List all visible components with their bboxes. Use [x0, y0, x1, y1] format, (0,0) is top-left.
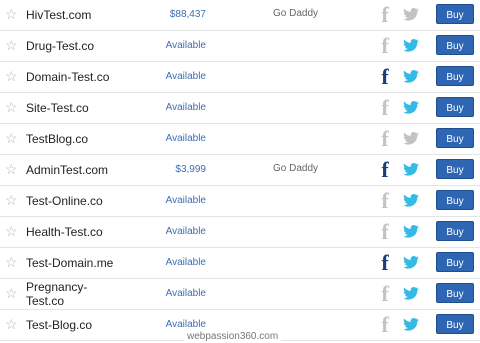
availability-link[interactable]: Available: [166, 102, 206, 114]
availability-link[interactable]: Available: [166, 319, 206, 331]
domain-name[interactable]: TestBlog.co: [26, 132, 136, 146]
domain-name[interactable]: Test-Blog.co: [26, 318, 136, 332]
domain-name-line: Pregnancy-: [26, 280, 88, 294]
star-icon[interactable]: ☆: [5, 100, 18, 114]
domain-name[interactable]: Drug-Test.co: [26, 39, 136, 53]
twitter-icon[interactable]: [402, 285, 420, 303]
twitter-icon[interactable]: [402, 254, 420, 272]
twitter-icon[interactable]: [402, 223, 420, 241]
twitter-icon[interactable]: [402, 316, 420, 334]
facebook-icon[interactable]: f: [379, 35, 391, 57]
domain-row: ☆ Drug-Test.co Available f Buy: [0, 31, 480, 62]
domain-row: ☆ Pregnancy- Test.co Available f Buy: [0, 279, 480, 310]
buy-button[interactable]: Buy: [436, 252, 474, 272]
star-icon[interactable]: ☆: [5, 255, 18, 269]
domain-row: ☆ AdminTest.com $3,999 Go Daddy f Buy: [0, 155, 480, 186]
facebook-icon[interactable]: f: [379, 190, 391, 212]
twitter-icon[interactable]: [402, 161, 420, 179]
facebook-icon[interactable]: f: [379, 4, 391, 26]
domain-name[interactable]: Test-Domain.me: [26, 256, 136, 270]
facebook-icon[interactable]: f: [379, 252, 391, 274]
domain-row: ☆ Test-Domain.me Available f Buy: [0, 248, 480, 279]
price-link[interactable]: $3,999: [175, 164, 206, 176]
domain-row: ☆ Domain-Test.co Available f Buy: [0, 62, 480, 93]
buy-button[interactable]: Buy: [436, 4, 474, 24]
star-icon[interactable]: ☆: [5, 224, 18, 238]
domain-row: ☆ Site-Test.co Available f Buy: [0, 93, 480, 124]
seller-name: Go Daddy: [273, 163, 319, 174]
buy-button[interactable]: Buy: [436, 283, 474, 303]
facebook-icon[interactable]: f: [379, 159, 391, 181]
availability-link[interactable]: Available: [166, 71, 206, 83]
twitter-icon[interactable]: [402, 192, 420, 210]
twitter-icon[interactable]: [402, 99, 420, 117]
domain-name[interactable]: Site-Test.co: [26, 101, 136, 115]
availability-link[interactable]: Available: [166, 257, 206, 269]
buy-button[interactable]: Buy: [436, 190, 474, 210]
availability-link[interactable]: Available: [166, 288, 206, 300]
star-icon[interactable]: ☆: [5, 131, 18, 145]
star-icon[interactable]: ☆: [5, 7, 18, 21]
domain-row: ☆ Test-Online.co Available f Buy: [0, 186, 480, 217]
domain-row: ☆ Health-Test.co Available f Buy: [0, 217, 480, 248]
domain-name[interactable]: AdminTest.com: [26, 163, 136, 177]
domain-name[interactable]: HivTest.com: [26, 8, 136, 22]
star-icon[interactable]: ☆: [5, 317, 18, 331]
twitter-icon[interactable]: [402, 68, 420, 86]
domain-name[interactable]: Domain-Test.co: [26, 70, 136, 84]
domain-name[interactable]: Pregnancy- Test.co: [26, 280, 136, 308]
buy-button[interactable]: Buy: [436, 314, 474, 334]
buy-button[interactable]: Buy: [436, 66, 474, 86]
domain-name[interactable]: Health-Test.co: [26, 225, 136, 239]
seller-name: Go Daddy: [273, 8, 319, 19]
availability-link[interactable]: Available: [166, 226, 206, 238]
star-icon[interactable]: ☆: [5, 193, 18, 207]
domain-row: ☆ TestBlog.co Available f Buy: [0, 124, 480, 155]
buy-button[interactable]: Buy: [436, 35, 474, 55]
watermark: webpassion360.com: [184, 331, 282, 343]
domain-row: ☆ HivTest.com $88,437 Go Daddy f Buy: [0, 0, 480, 31]
facebook-icon[interactable]: f: [379, 66, 391, 88]
star-icon[interactable]: ☆: [5, 38, 18, 52]
availability-link[interactable]: Available: [166, 40, 206, 52]
facebook-icon[interactable]: f: [379, 221, 391, 243]
twitter-icon[interactable]: [402, 6, 420, 24]
facebook-icon[interactable]: f: [379, 314, 391, 336]
availability-link[interactable]: Available: [166, 195, 206, 207]
domain-name-line: Test.co: [26, 294, 65, 308]
availability-link[interactable]: Available: [166, 133, 206, 145]
buy-button[interactable]: Buy: [436, 128, 474, 148]
twitter-icon[interactable]: [402, 130, 420, 148]
star-icon[interactable]: ☆: [5, 162, 18, 176]
buy-button[interactable]: Buy: [436, 159, 474, 179]
twitter-icon[interactable]: [402, 37, 420, 55]
domain-name[interactable]: Test-Online.co: [26, 194, 136, 208]
facebook-icon[interactable]: f: [379, 128, 391, 150]
buy-button[interactable]: Buy: [436, 221, 474, 241]
facebook-icon[interactable]: f: [379, 97, 391, 119]
buy-button[interactable]: Buy: [436, 97, 474, 117]
star-icon[interactable]: ☆: [5, 286, 18, 300]
domain-results-list: ☆ HivTest.com $88,437 Go Daddy f Buy ☆ Drug-Tes…: [0, 0, 480, 341]
star-icon[interactable]: ☆: [5, 69, 18, 83]
price-link[interactable]: $88,437: [170, 9, 206, 21]
facebook-icon[interactable]: f: [379, 283, 391, 305]
